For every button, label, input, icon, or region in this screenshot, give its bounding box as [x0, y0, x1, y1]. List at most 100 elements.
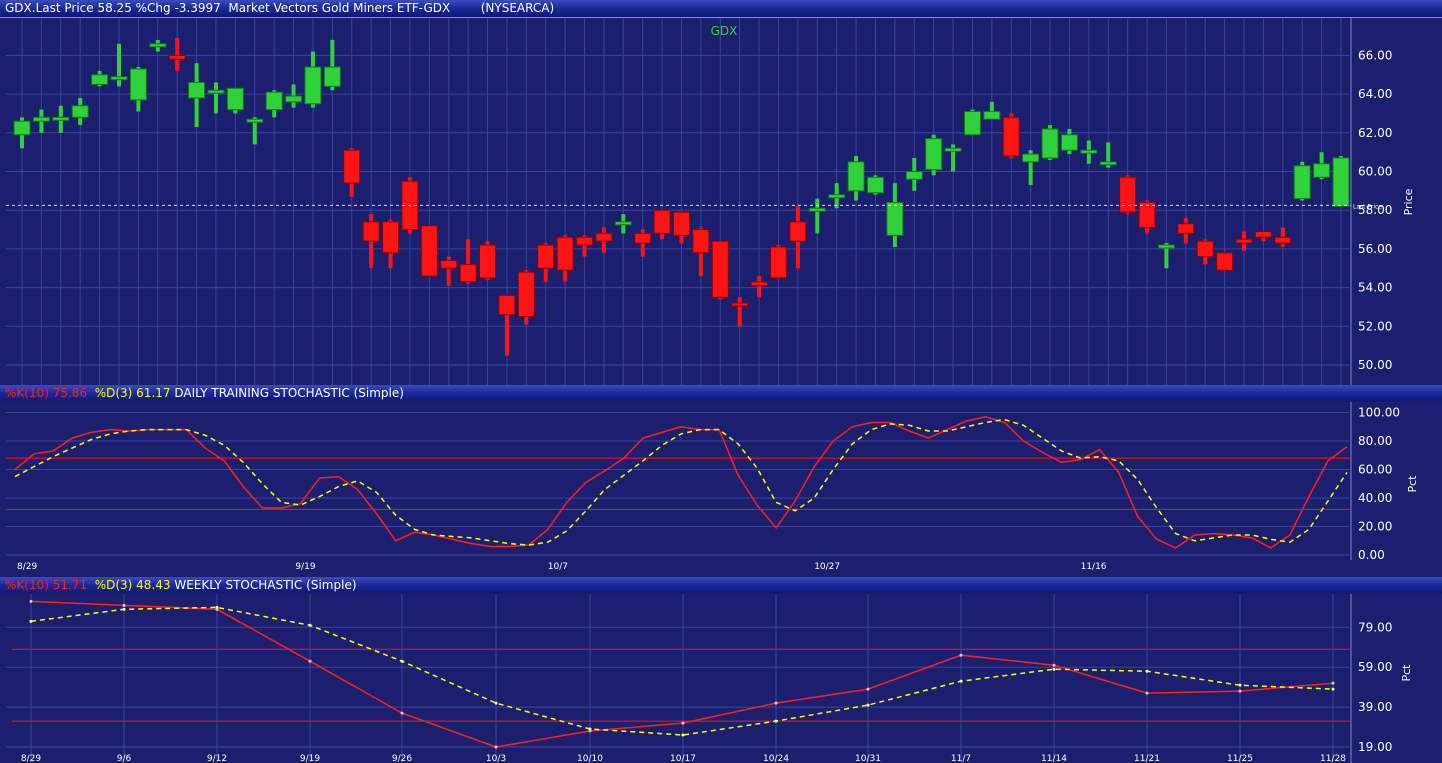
- price-y-axis: 66.00 64.00 62.00 60.00 58.00 56.00 54.00 52.00…: [1358, 48, 1392, 372]
- weekly-point: [308, 659, 312, 663]
- weekly-d-line: [30, 606, 1334, 736]
- weekly-point: [1331, 687, 1335, 691]
- price-tick-label: 60.00: [1358, 165, 1392, 179]
- candle-body: [32, 116, 50, 122]
- candle: [983, 101, 1001, 120]
- candle-body: [517, 271, 535, 318]
- candle: [769, 245, 787, 279]
- candle: [1313, 152, 1331, 180]
- chart-canvas[interactable]: Last Price GDX Price 66.0064.0062.0060.0…: [0, 0, 1442, 763]
- candle-body: [711, 240, 729, 298]
- candle-body: [905, 171, 923, 180]
- candle-body: [866, 176, 884, 194]
- candle: [925, 134, 943, 176]
- weekly-point: [400, 711, 404, 715]
- candle: [71, 97, 89, 126]
- candle: [188, 63, 206, 127]
- weekly-ylabel: Pct: [1400, 664, 1413, 682]
- candle: [207, 82, 225, 114]
- weekly-tick-label: 19.00: [1358, 740, 1392, 754]
- candle: [1080, 140, 1098, 164]
- weekly-x-tick-label: 10/10: [577, 754, 603, 763]
- candle: [634, 229, 652, 257]
- candle: [323, 39, 341, 91]
- weekly-point: [308, 623, 312, 627]
- daily-x-axis: 8/29 9/19 10/7 10/27 11/16: [17, 562, 1107, 572]
- weekly-x-tick-label: 11/7: [951, 754, 971, 763]
- candle: [1274, 227, 1292, 247]
- candle: [711, 240, 729, 300]
- candle: [653, 209, 671, 240]
- candle-body: [1177, 223, 1195, 234]
- candle: [459, 239, 477, 284]
- candle: [362, 214, 380, 269]
- candle: [731, 297, 749, 327]
- candle-body: [731, 302, 749, 307]
- candle: [673, 211, 690, 244]
- weekly-k-line: [30, 600, 1334, 748]
- daily-tick-label: 80.00: [1358, 434, 1392, 448]
- price-ylabel: Price: [1402, 188, 1415, 215]
- candle-body: [1157, 244, 1175, 249]
- candle: [1041, 125, 1059, 160]
- candle-body: [634, 232, 652, 244]
- candle: [886, 183, 904, 247]
- candle-body: [285, 95, 303, 103]
- candle-body: [1216, 252, 1234, 271]
- weekly-point: [122, 607, 126, 611]
- weekly-y-axis: 79.00 59.00 39.00 19.00: [1358, 620, 1392, 754]
- candle-body: [420, 225, 438, 277]
- candle-body: [1022, 153, 1040, 163]
- weekly-x-tick-label: 11/28: [1320, 754, 1346, 763]
- weekly-point: [29, 619, 33, 623]
- candle-body: [246, 118, 264, 123]
- daily-tick-label: 100.00: [1358, 406, 1400, 420]
- weekly-point: [400, 659, 404, 663]
- candle-body: [382, 221, 400, 254]
- candle-body: [828, 194, 846, 199]
- candle: [343, 148, 361, 197]
- candle: [1254, 230, 1272, 242]
- weekly-x-tick-label: 9/19: [300, 754, 320, 763]
- weekly-x-axis: 8/29 9/6 9/12 9/19 9/26 10/3 10/10 10/17 10/24 10…: [21, 754, 1346, 763]
- candle: [537, 243, 555, 282]
- candle-body: [1119, 176, 1137, 213]
- candle: [498, 294, 516, 356]
- daily-k-line: [14, 416, 1348, 549]
- weekly-point: [959, 653, 963, 657]
- candle-body: [1274, 236, 1292, 244]
- weekly-stochastic-lines: [29, 599, 1335, 749]
- price-tick-label: 64.00: [1358, 87, 1392, 101]
- candle-body: [576, 236, 594, 246]
- candle-body: [886, 201, 904, 236]
- weekly-tick-label: 39.00: [1358, 700, 1392, 714]
- weekly-x-tick-label: 10/31: [855, 754, 881, 763]
- weekly-point: [866, 703, 870, 707]
- candle-body: [304, 66, 322, 105]
- candle-body: [1254, 230, 1272, 238]
- candle: [614, 214, 632, 234]
- candle-body: [323, 66, 341, 87]
- candle-body: [769, 246, 787, 279]
- candle: [91, 70, 109, 87]
- price-tick-label: 50.00: [1358, 358, 1392, 372]
- candle: [1235, 231, 1253, 251]
- candle-body: [983, 111, 1001, 120]
- candle: [576, 235, 594, 257]
- weekly-x-tick-label: 10/24: [763, 754, 789, 763]
- weekly-point: [1331, 681, 1335, 685]
- daily-tick-label: 0.00: [1358, 548, 1385, 562]
- candle: [1293, 161, 1311, 201]
- candle: [808, 198, 826, 234]
- candle: [168, 37, 186, 71]
- candle: [1177, 217, 1195, 244]
- daily-ylabel: Pct: [1406, 475, 1419, 493]
- daily-grid: [6, 412, 1351, 556]
- candle-body: [556, 236, 574, 271]
- candle: [1022, 150, 1040, 186]
- candle-body: [1002, 116, 1020, 157]
- weekly-x-tick-label: 9/12: [207, 754, 227, 763]
- candle: [789, 206, 807, 269]
- candle: [32, 109, 50, 133]
- weekly-point: [494, 701, 498, 705]
